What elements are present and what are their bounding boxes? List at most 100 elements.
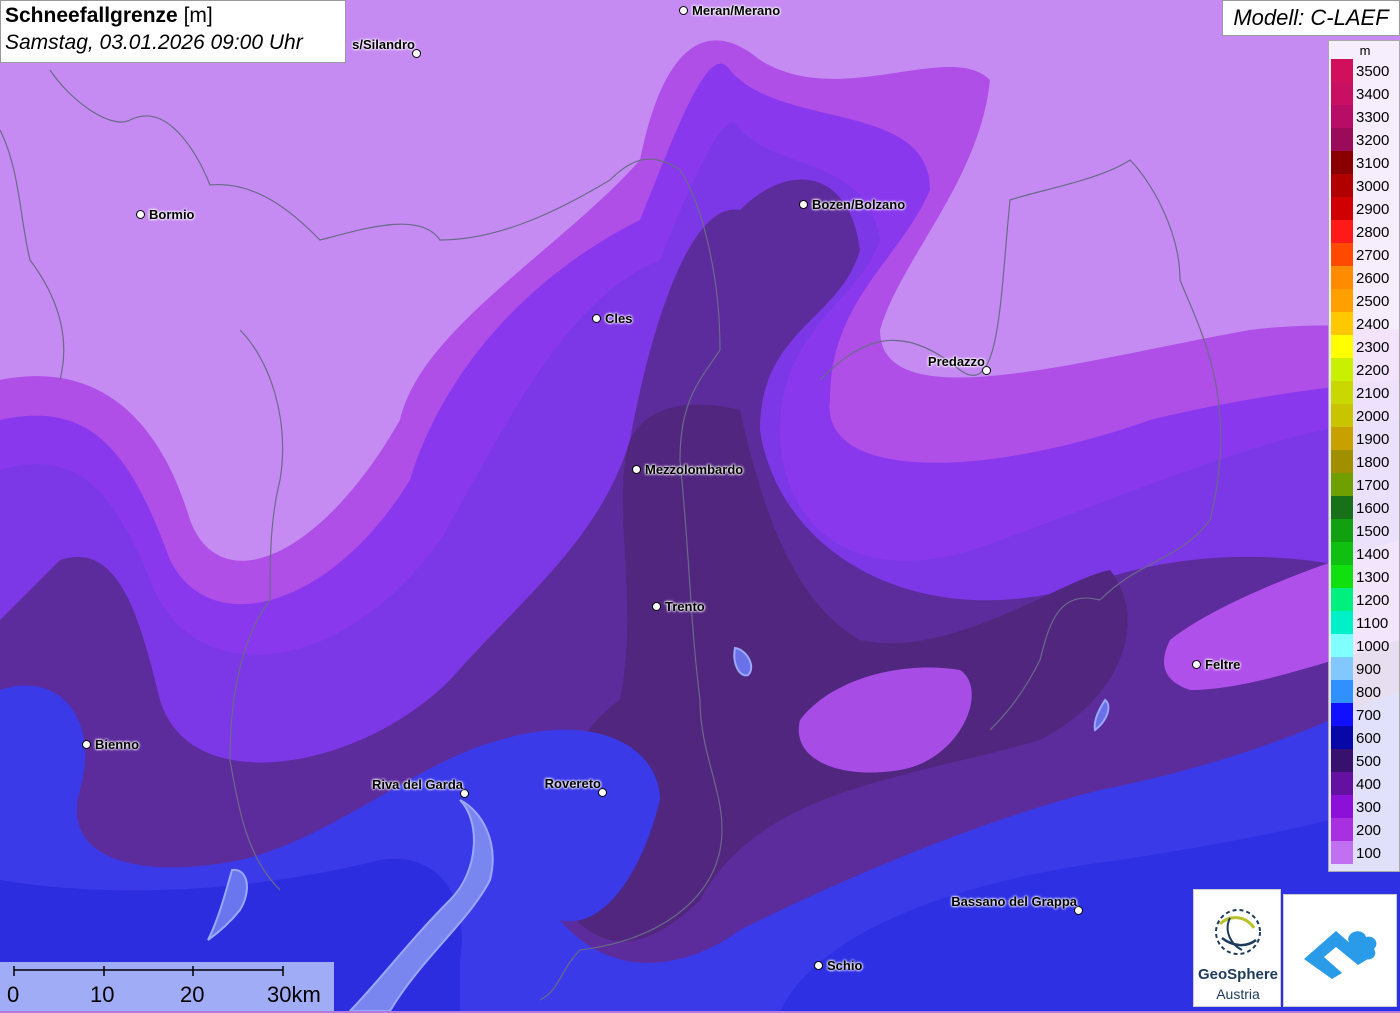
legend-row: 2000 <box>1331 404 1399 427</box>
city-label[interactable]: Riva del Garda <box>372 777 463 792</box>
city-label[interactable]: Trento <box>665 599 705 614</box>
legend-label: 3500 <box>1356 63 1390 80</box>
legend-label: 1900 <box>1356 431 1390 448</box>
legend-label: 100 <box>1356 845 1382 862</box>
legend-swatch <box>1331 381 1353 404</box>
city-label[interactable]: Schio <box>827 958 862 973</box>
city-label[interactable]: Predazzo <box>928 354 985 369</box>
geosphere-logo: GeoSphere Austria <box>1193 889 1281 1007</box>
legend-label: 3100 <box>1356 155 1390 172</box>
snowline-map[interactable] <box>0 0 1400 1011</box>
legend-row: 800 <box>1331 680 1399 703</box>
city-marker-icon[interactable] <box>136 210 145 219</box>
map-title: Schneefallgrenze <box>5 4 178 27</box>
legend-label: 1200 <box>1356 592 1390 609</box>
legend-row: 700 <box>1331 703 1399 726</box>
scale-label-30km: 30km <box>267 982 321 1007</box>
city-label[interactable]: Rovereto <box>545 776 601 791</box>
legend-row: 3500 <box>1331 59 1399 82</box>
legend-swatch <box>1331 588 1353 611</box>
legend-row: 500 <box>1331 749 1399 772</box>
legend-label: 2700 <box>1356 247 1390 264</box>
legend-row: 1700 <box>1331 473 1399 496</box>
legend-label: 2000 <box>1356 408 1390 425</box>
legend-swatch <box>1331 726 1353 749</box>
legend-label: 2500 <box>1356 293 1390 310</box>
legend-swatch <box>1331 818 1353 841</box>
legend-row: 3200 <box>1331 128 1399 151</box>
city-label[interactable]: Meran/Merano <box>692 3 780 18</box>
legend-label: 2100 <box>1356 385 1390 402</box>
legend-row: 2600 <box>1331 266 1399 289</box>
legend-label: 1100 <box>1356 615 1389 632</box>
city-marker-icon[interactable] <box>82 740 91 749</box>
legend-swatch <box>1331 795 1353 818</box>
color-legend: m 3500 3400 3300 3200 3100 3000 2900 2800 2700 26… <box>1328 40 1400 872</box>
model-label: Modell: C-LAEF <box>1222 0 1400 36</box>
legend-label: 1600 <box>1356 500 1390 517</box>
legend-row: 2800 <box>1331 220 1399 243</box>
legend-label: 2600 <box>1356 270 1390 287</box>
city-label[interactable]: Mezzolombardo <box>645 462 743 477</box>
legend-label: 2400 <box>1356 316 1390 333</box>
legend-swatch <box>1331 703 1353 726</box>
city-marker-icon[interactable] <box>799 200 808 209</box>
legend-swatch <box>1331 105 1353 128</box>
legend-row: 1900 <box>1331 427 1399 450</box>
legend-label: 700 <box>1356 707 1382 724</box>
weather-app-logo <box>1283 894 1397 1007</box>
scale-label-20: 20 <box>180 982 205 1007</box>
city-marker-icon[interactable] <box>652 602 661 611</box>
scale-label-10: 10 <box>90 982 115 1007</box>
legend-swatch <box>1331 657 1353 680</box>
legend-label: 900 <box>1356 661 1382 678</box>
city-marker-icon[interactable] <box>632 465 641 474</box>
legend-row: 200 <box>1331 818 1399 841</box>
legend-row: 3100 <box>1331 151 1399 174</box>
legend-row: 1200 <box>1331 588 1399 611</box>
legend-swatch <box>1331 772 1353 795</box>
legend-swatch <box>1331 220 1353 243</box>
legend-row: 2400 <box>1331 312 1399 335</box>
city-marker-icon[interactable] <box>592 314 601 323</box>
legend-swatch <box>1331 151 1353 174</box>
legend-label: 400 <box>1356 776 1382 793</box>
legend-row: 1400 <box>1331 542 1399 565</box>
scale-label-0: 0 <box>7 982 20 1007</box>
geosphere-logo-line1: GeoSphere <box>1197 966 1279 983</box>
legend-label: 200 <box>1356 822 1382 839</box>
legend-row: 900 <box>1331 657 1399 680</box>
legend-swatch <box>1331 542 1353 565</box>
city-label[interactable]: Bormio <box>149 207 195 222</box>
city-label[interactable]: Bassano del Grappa <box>951 894 1077 909</box>
legend-label: 1300 <box>1356 569 1390 586</box>
legend-label: 1800 <box>1356 454 1390 471</box>
city-label[interactable]: Bienno <box>95 737 139 752</box>
city-marker-icon[interactable] <box>814 961 823 970</box>
legend-swatch <box>1331 289 1353 312</box>
city-label[interactable]: Cles <box>605 311 632 326</box>
legend-swatch <box>1331 680 1353 703</box>
map-datetime: Samstag, 03.01.2026 09:00 Uhr <box>5 31 303 54</box>
city-marker-icon[interactable] <box>1192 660 1201 669</box>
legend-row: 3300 <box>1331 105 1399 128</box>
legend-swatch <box>1331 335 1353 358</box>
legend-swatch <box>1331 312 1353 335</box>
legend-row: 1500 <box>1331 519 1399 542</box>
legend-row: 300 <box>1331 795 1399 818</box>
legend-row: 2900 <box>1331 197 1399 220</box>
legend-swatch <box>1331 174 1353 197</box>
city-label[interactable]: Feltre <box>1205 657 1240 672</box>
legend-swatch <box>1331 128 1353 151</box>
legend-swatch <box>1331 496 1353 519</box>
legend-label: 800 <box>1356 684 1382 701</box>
legend-label: 300 <box>1356 799 1382 816</box>
city-label[interactable]: s/Silandro <box>352 37 415 52</box>
legend-label: 3300 <box>1356 109 1390 126</box>
legend-swatch <box>1331 197 1353 220</box>
legend-swatch <box>1331 519 1353 542</box>
city-marker-icon[interactable] <box>679 6 688 15</box>
legend-row: 1800 <box>1331 450 1399 473</box>
city-label[interactable]: Bozen/Bolzano <box>812 197 905 212</box>
cloud-house-icon <box>1304 931 1377 979</box>
